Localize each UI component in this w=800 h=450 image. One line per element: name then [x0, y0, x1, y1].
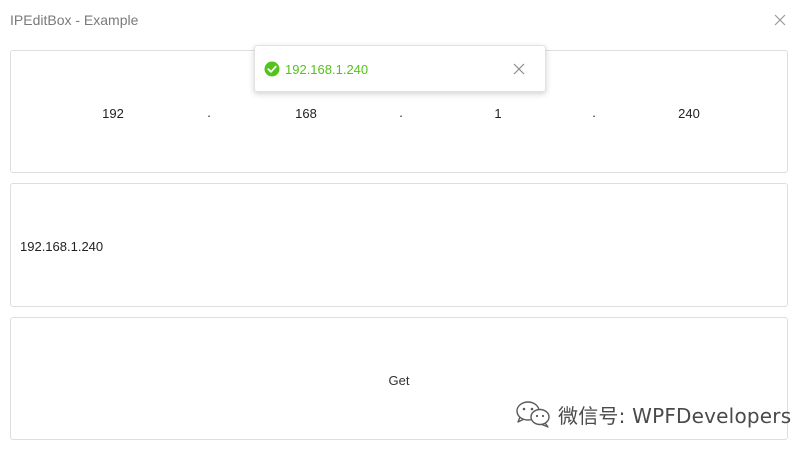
check-circle-icon — [264, 61, 280, 77]
get-button-label: Get — [388, 373, 410, 388]
ip-separator-3: . — [592, 105, 596, 120]
window-title: IPEditBox - Example — [10, 12, 139, 28]
title-bar: IPEditBox - Example — [0, 0, 800, 40]
ip-separator-2: . — [399, 105, 403, 120]
toast-close-icon[interactable] — [513, 63, 525, 75]
close-icon — [774, 14, 786, 26]
watermark: 微信号: WPFDevelopers — [514, 399, 791, 429]
wechat-logo-icon — [516, 401, 550, 428]
ip-segment-4[interactable]: 240 — [678, 106, 700, 121]
toast-message: 192.168.1.240 — [285, 62, 369, 77]
ip-separator-1: . — [207, 105, 211, 120]
ip-segment-3[interactable]: 1 — [494, 106, 501, 121]
window-close-button[interactable] — [770, 10, 790, 30]
success-toast: 192.168.1.240 — [254, 45, 546, 92]
ip-segment-1[interactable]: 192 — [102, 106, 124, 121]
ip-text-box[interactable]: 192.168.1.240 — [10, 183, 788, 307]
watermark-text: 微信号: WPFDevelopers — [558, 403, 792, 428]
ip-text-value: 192.168.1.240 — [20, 239, 104, 254]
app-window: IPEditBox - Example 192 . 168 . 1 . 240 … — [0, 0, 800, 450]
ip-segment-2[interactable]: 168 — [295, 106, 317, 121]
